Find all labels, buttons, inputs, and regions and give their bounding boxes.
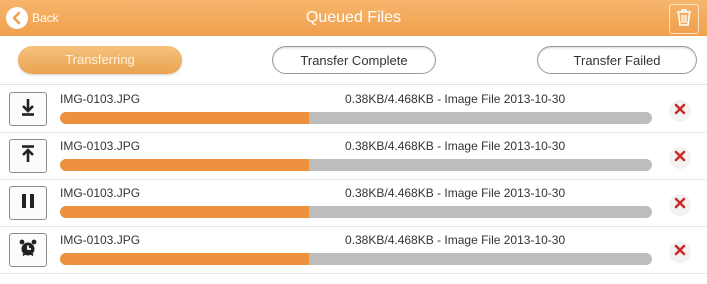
file-name: IMG-0103.JPG — [60, 92, 141, 106]
back-arrow-icon — [6, 7, 28, 29]
progress-bar — [60, 159, 652, 171]
progress-bar — [60, 206, 652, 218]
file-name: IMG-0103.JPG — [60, 233, 141, 247]
remove-button[interactable] — [669, 147, 691, 169]
tab-transferring[interactable]: Transferring — [18, 46, 182, 74]
list-item: IMG-0103.JPG 0.38KB/4.468KB - Image File… — [0, 86, 707, 133]
upload-button[interactable] — [9, 139, 47, 173]
page-title: Queued Files — [305, 9, 402, 26]
pause-icon — [20, 192, 36, 215]
alarm-clock-icon — [18, 238, 38, 263]
progress-fill — [60, 206, 309, 218]
close-icon — [674, 196, 686, 214]
top-bar: Back Queued Files — [0, 0, 707, 36]
queued-file-list: IMG-0103.JPG 0.38KB/4.468KB - Image File… — [0, 86, 707, 274]
file-meta: 0.38KB/4.468KB - Image File 2013-10-30 — [345, 186, 566, 200]
progress-bar — [60, 253, 652, 265]
close-icon — [674, 149, 686, 167]
trash-icon — [675, 7, 693, 32]
schedule-button[interactable] — [9, 233, 47, 267]
list-item: IMG-0103.JPG 0.38KB/4.468KB - Image File… — [0, 133, 707, 180]
file-meta: 0.38KB/4.468KB - Image File 2013-10-30 — [345, 92, 566, 106]
back-label: Back — [32, 11, 59, 25]
progress-fill — [60, 112, 309, 124]
tab-transfer-complete[interactable]: Transfer Complete — [272, 46, 436, 74]
file-meta: 0.38KB/4.468KB - Image File 2013-10-30 — [345, 233, 566, 247]
file-name: IMG-0103.JPG — [60, 186, 141, 200]
remove-button[interactable] — [669, 100, 691, 122]
tab-transfer-failed[interactable]: Transfer Failed — [537, 46, 697, 74]
delete-button[interactable] — [669, 4, 699, 34]
back-button[interactable]: Back — [6, 6, 59, 30]
download-icon — [19, 97, 37, 122]
file-name: IMG-0103.JPG — [60, 139, 141, 153]
close-icon — [674, 102, 686, 120]
close-icon — [674, 243, 686, 261]
list-item: IMG-0103.JPG 0.38KB/4.468KB - Image File… — [0, 180, 707, 227]
tab-bar: Transferring Transfer Complete Transfer … — [0, 36, 707, 85]
remove-button[interactable] — [669, 241, 691, 263]
progress-fill — [60, 253, 309, 265]
file-meta: 0.38KB/4.468KB - Image File 2013-10-30 — [345, 139, 566, 153]
pause-button[interactable] — [9, 186, 47, 220]
upload-icon — [19, 144, 37, 169]
progress-fill — [60, 159, 309, 171]
remove-button[interactable] — [669, 194, 691, 216]
list-item: IMG-0103.JPG 0.38KB/4.468KB - Image File… — [0, 227, 707, 274]
progress-bar — [60, 112, 652, 124]
download-button[interactable] — [9, 92, 47, 126]
